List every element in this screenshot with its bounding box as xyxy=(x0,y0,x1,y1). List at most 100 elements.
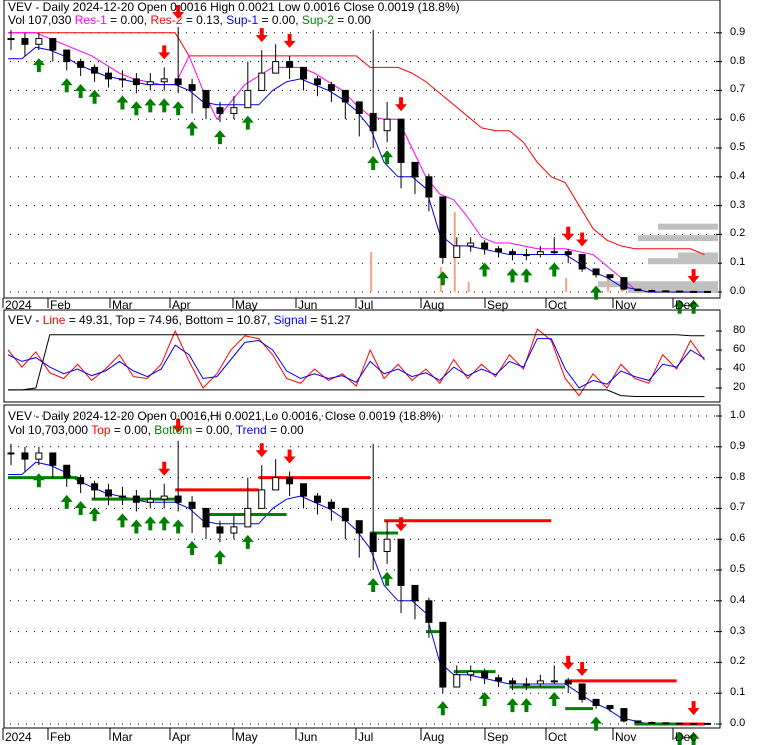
candle-body xyxy=(230,107,238,114)
candle-body xyxy=(174,495,182,503)
x-month-label: Oct xyxy=(548,298,567,312)
candle-body xyxy=(467,242,475,247)
candle-body xyxy=(453,674,461,688)
up-arrow-icon xyxy=(172,101,185,116)
candle-body xyxy=(676,290,684,293)
candle-body xyxy=(49,452,57,466)
down-arrow-icon xyxy=(283,449,296,464)
candle-body xyxy=(634,288,642,292)
candle-body xyxy=(564,680,572,685)
down-arrow-icon xyxy=(283,33,296,48)
candle-body xyxy=(146,81,154,86)
candle-body xyxy=(495,677,503,682)
y-tick-label: 0.9 xyxy=(730,25,746,38)
candle-body xyxy=(327,84,335,91)
candle-body xyxy=(300,66,308,80)
candle-body xyxy=(662,722,670,725)
x-month-label: Sep xyxy=(487,730,509,744)
candle-body xyxy=(690,290,698,293)
x-month-label: Dec xyxy=(675,730,697,744)
y-tick-label: 0.3 xyxy=(730,198,746,211)
up-arrow-icon xyxy=(74,84,87,98)
candle-body xyxy=(272,61,280,74)
candle-body xyxy=(383,538,391,553)
osc-bottom-line xyxy=(8,389,705,398)
candle-body xyxy=(620,708,628,722)
candle-body xyxy=(536,680,544,685)
up-arrow-icon xyxy=(381,150,394,165)
y-tick-label: 0.0 xyxy=(730,717,746,729)
up-arrow-icon xyxy=(478,262,491,277)
candle-body xyxy=(676,722,684,725)
candle-body xyxy=(77,61,85,68)
candle-body xyxy=(160,495,168,500)
volume-profile-bar xyxy=(598,281,718,288)
candle-body xyxy=(341,507,349,522)
candle-body xyxy=(620,277,628,290)
x-month-label: 2024 xyxy=(5,298,32,312)
trend-line xyxy=(8,461,705,725)
up-arrow-icon xyxy=(158,516,171,531)
up-arrow-icon xyxy=(158,98,171,113)
candle-body xyxy=(550,251,558,254)
candle-body xyxy=(63,49,71,63)
y-tick-label: 1.0 xyxy=(730,409,746,421)
price-panel-title: VEV - Daily 2024-12-20 Open 0.0016 High … xyxy=(8,0,460,14)
candle-body xyxy=(397,118,405,163)
up-arrow-icon xyxy=(130,519,143,534)
y-tick-label: 0.1 xyxy=(730,256,746,269)
y-tick-label: 40 xyxy=(733,362,746,374)
y-tick-label: 60 xyxy=(733,343,746,355)
candle-body xyxy=(105,72,113,80)
trend-panel-legend: Vol 10,703,000 Top = 0.00, Bottom = 0.00… xyxy=(8,423,304,437)
up-arrow-icon xyxy=(381,571,394,586)
x-month-label: Mar xyxy=(112,730,133,744)
up-arrow-icon xyxy=(116,513,129,528)
candle-body xyxy=(313,495,321,503)
oscillator-panel-legend: VEV - Line = 49.31, Top = 74.96, Bottom … xyxy=(8,313,351,327)
x-month-label: Oct xyxy=(548,730,567,744)
down-arrow-icon xyxy=(395,97,408,112)
chart-canvas xyxy=(2,0,722,745)
volume-bar xyxy=(467,282,470,292)
candle-body xyxy=(495,248,503,253)
sup-1-line xyxy=(8,46,705,293)
up-arrow-icon xyxy=(478,691,491,706)
up-arrow-icon xyxy=(213,130,226,145)
candle-body xyxy=(327,501,335,509)
y-tick-label: 0.1 xyxy=(730,686,746,699)
candle-body xyxy=(286,61,294,68)
up-arrow-icon xyxy=(88,89,101,104)
y-tick-label: 0.5 xyxy=(730,141,746,153)
up-arrow-icon xyxy=(144,516,157,531)
x-month-label: Aug xyxy=(423,730,445,744)
volume-profile-bar xyxy=(638,235,718,242)
up-arrow-icon xyxy=(548,262,561,277)
candle-body xyxy=(411,584,419,602)
candle-body xyxy=(160,78,168,83)
up-arrow-icon xyxy=(144,98,157,113)
candle-body xyxy=(606,274,614,279)
candle-body xyxy=(508,680,516,685)
down-arrow-icon xyxy=(158,45,171,60)
y-tick-label: 0.6 xyxy=(730,532,746,545)
y-tick-label: 80 xyxy=(733,324,746,336)
candle-body xyxy=(258,72,266,91)
trend-panel-title: VEV - Daily 2024-12-20 Open 0.0016,Hi 0.… xyxy=(8,409,441,423)
x-month-label: Dec xyxy=(675,298,697,312)
up-arrow-icon xyxy=(172,519,185,534)
y-tick-label: 0.8 xyxy=(730,54,746,67)
up-arrow-icon xyxy=(436,271,449,286)
res-1-line xyxy=(8,32,705,293)
down-arrow-icon xyxy=(687,701,700,716)
up-arrow-icon xyxy=(241,534,254,549)
y-tick-label: 0.5 xyxy=(730,563,746,575)
up-arrow-icon xyxy=(520,698,533,713)
y-tick-label: 0.0 xyxy=(730,285,746,297)
candle-body xyxy=(244,89,252,109)
up-arrow-icon xyxy=(60,494,73,509)
x-month-label: Jul xyxy=(358,730,374,744)
chart-root: VEV - Daily 2024-12-20 Open 0.0016 High … xyxy=(0,0,780,745)
candle-body xyxy=(202,507,210,528)
x-month-label: Apr xyxy=(172,298,191,312)
